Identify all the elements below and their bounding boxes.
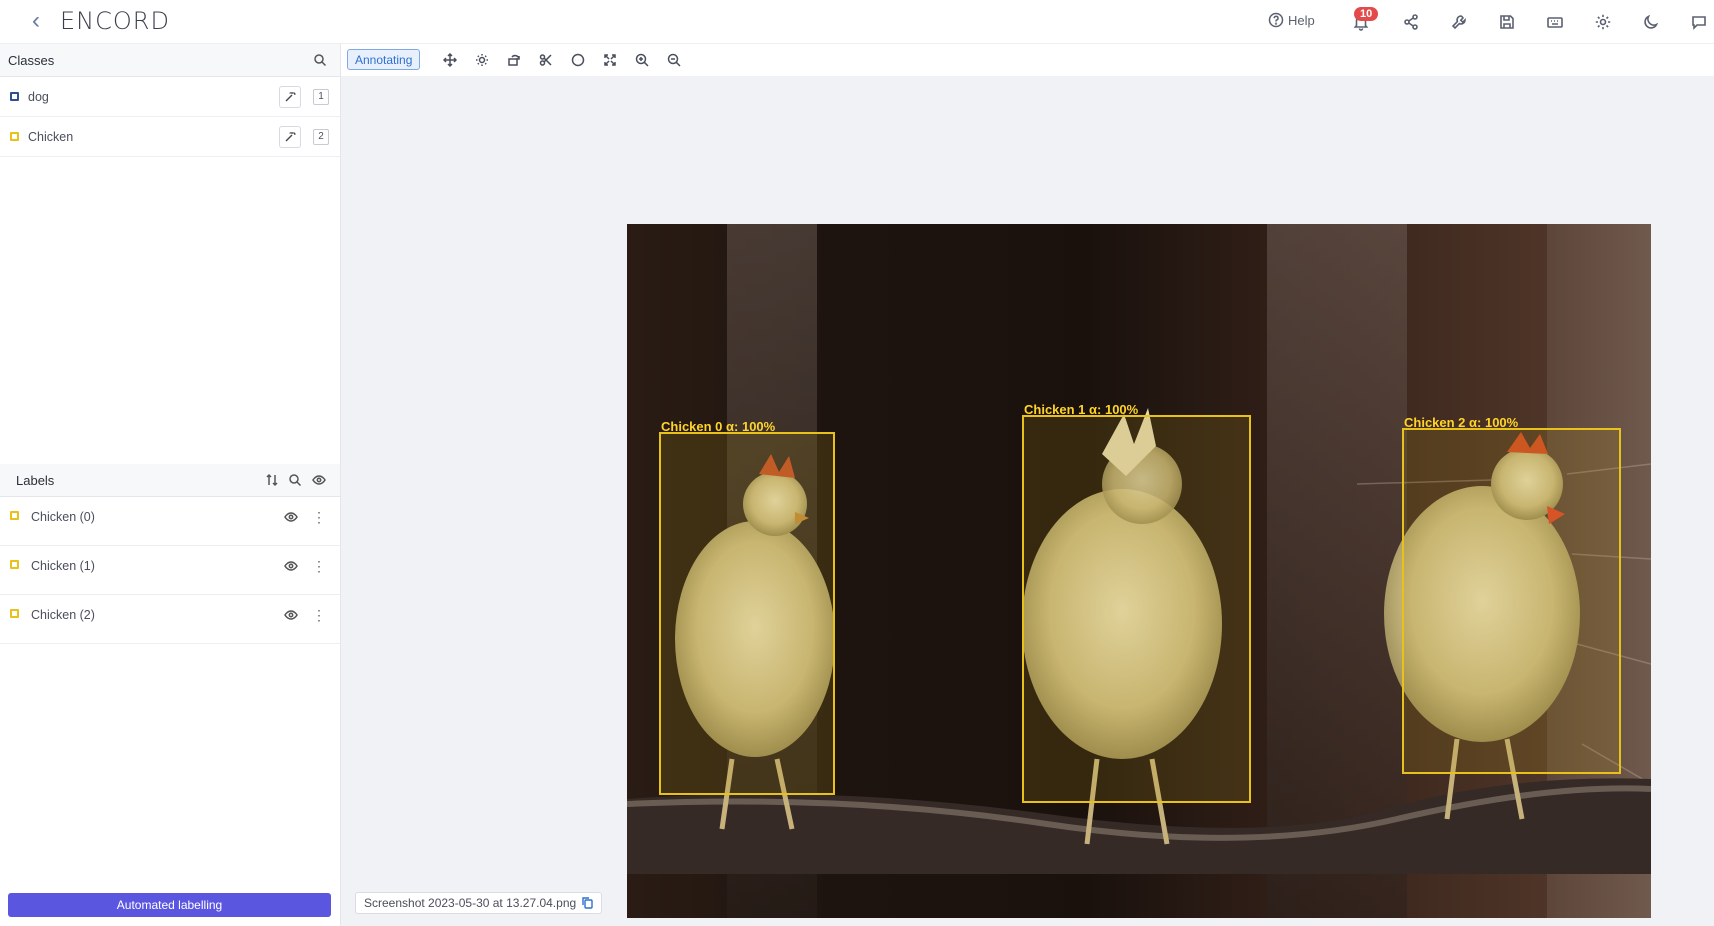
bounding-box-chicken-0[interactable] bbox=[659, 432, 835, 795]
move-icon[interactable] bbox=[442, 52, 458, 68]
magic-wand-button[interactable] bbox=[279, 85, 301, 108]
label-color-swatch bbox=[10, 511, 19, 520]
label-text: Chicken (0) bbox=[31, 510, 95, 524]
class-label: Chicken bbox=[28, 129, 74, 144]
zoom-in-icon[interactable] bbox=[634, 52, 650, 68]
label-color-swatch bbox=[10, 560, 19, 569]
zoom-out-icon[interactable] bbox=[666, 52, 682, 68]
help-button[interactable]: Help bbox=[1268, 12, 1315, 28]
eye-icon[interactable] bbox=[284, 510, 298, 524]
class-item-dog[interactable]: dog 1 bbox=[0, 77, 340, 117]
rotate-icon[interactable] bbox=[506, 52, 522, 68]
labels-search-icon[interactable] bbox=[288, 473, 302, 487]
magic-wand-icon bbox=[285, 91, 296, 101]
eye-icon[interactable] bbox=[284, 608, 298, 622]
automated-labelling-button[interactable]: Automated labelling bbox=[8, 893, 331, 917]
class-color-swatch bbox=[10, 92, 19, 101]
encord-logo: ENCORD bbox=[60, 7, 170, 35]
labels-visibility-icon[interactable] bbox=[312, 473, 326, 487]
sort-icon[interactable] bbox=[265, 473, 279, 487]
image-filename: Screenshot 2023-05-30 at 13.27.04.png bbox=[355, 892, 603, 914]
more-options-icon[interactable]: ⋮ bbox=[312, 607, 326, 623]
share-icon[interactable] bbox=[1400, 11, 1422, 33]
chat-icon[interactable] bbox=[1688, 11, 1710, 33]
label-text: Chicken (1) bbox=[31, 559, 95, 573]
hotkey-badge: 1 bbox=[313, 88, 329, 105]
back-arrow-icon[interactable]: ‹ bbox=[32, 9, 52, 33]
classes-title: Classes bbox=[8, 52, 55, 68]
more-options-icon[interactable]: ⋮ bbox=[312, 558, 326, 574]
magic-wand-icon bbox=[285, 131, 296, 141]
bbox-label-chicken-2: Chicken 2 α: 100% bbox=[1404, 415, 1519, 430]
hotkey-badge: 2 bbox=[313, 128, 329, 145]
annotating-mode-button[interactable]: Annotating bbox=[347, 49, 421, 70]
label-item[interactable]: Chicken (1) ⋮ bbox=[0, 546, 340, 595]
classes-panel-header: Classes bbox=[0, 44, 340, 77]
filename-text: Screenshot 2023-05-30 at 13.27.04.png bbox=[364, 896, 577, 910]
gear-icon[interactable] bbox=[1592, 11, 1614, 33]
save-icon[interactable] bbox=[1496, 11, 1518, 33]
scissors-icon[interactable] bbox=[538, 52, 554, 68]
notification-count-badge: 10 bbox=[1354, 7, 1379, 21]
bbox-label-chicken-1: Chicken 1 α: 100% bbox=[1024, 402, 1139, 417]
label-text: Chicken (2) bbox=[31, 608, 95, 622]
bbox-label-chicken-0: Chicken 0 α: 100% bbox=[661, 419, 776, 434]
class-label: dog bbox=[28, 89, 49, 104]
class-color-swatch bbox=[10, 132, 19, 141]
keyboard-icon[interactable] bbox=[1544, 11, 1566, 33]
magic-wand-button[interactable] bbox=[279, 125, 301, 148]
label-item[interactable]: Chicken (2) ⋮ bbox=[0, 595, 340, 644]
bounding-box-chicken-2[interactable] bbox=[1402, 428, 1621, 774]
copy-icon[interactable] bbox=[582, 897, 593, 909]
help-label: Help bbox=[1288, 12, 1315, 28]
fullscreen-icon[interactable] bbox=[602, 52, 618, 68]
left-sidebar: Classes dog 1 Chicken 2 Labels Chicken (… bbox=[0, 44, 341, 926]
image-canvas[interactable]: Chicken 0 α: 100% Chicken 1 α: 100% Chic… bbox=[627, 224, 1651, 918]
comment-icon[interactable] bbox=[570, 52, 586, 68]
more-options-icon[interactable]: ⋮ bbox=[312, 509, 326, 525]
class-item-chicken[interactable]: Chicken 2 bbox=[0, 117, 340, 157]
annotation-workspace: Annotating Chicken 0 α: 100% Chicken 1 α… bbox=[341, 44, 1714, 926]
wrench-icon[interactable] bbox=[1448, 11, 1470, 33]
moon-icon[interactable] bbox=[1640, 11, 1662, 33]
help-circle-icon bbox=[1268, 12, 1284, 28]
annotation-toolbar: Annotating bbox=[341, 44, 1714, 76]
labels-panel-header: Labels bbox=[0, 464, 340, 497]
label-item[interactable]: Chicken (0) ⋮ bbox=[0, 497, 340, 546]
bounding-box-chicken-1[interactable] bbox=[1022, 415, 1251, 803]
top-bar: ‹ ENCORD Help 10 bbox=[0, 0, 1714, 44]
eye-icon[interactable] bbox=[284, 559, 298, 573]
labels-title: Labels bbox=[16, 472, 55, 488]
classes-search-icon[interactable] bbox=[313, 53, 327, 67]
brightness-icon[interactable] bbox=[474, 52, 490, 68]
label-color-swatch bbox=[10, 609, 19, 618]
